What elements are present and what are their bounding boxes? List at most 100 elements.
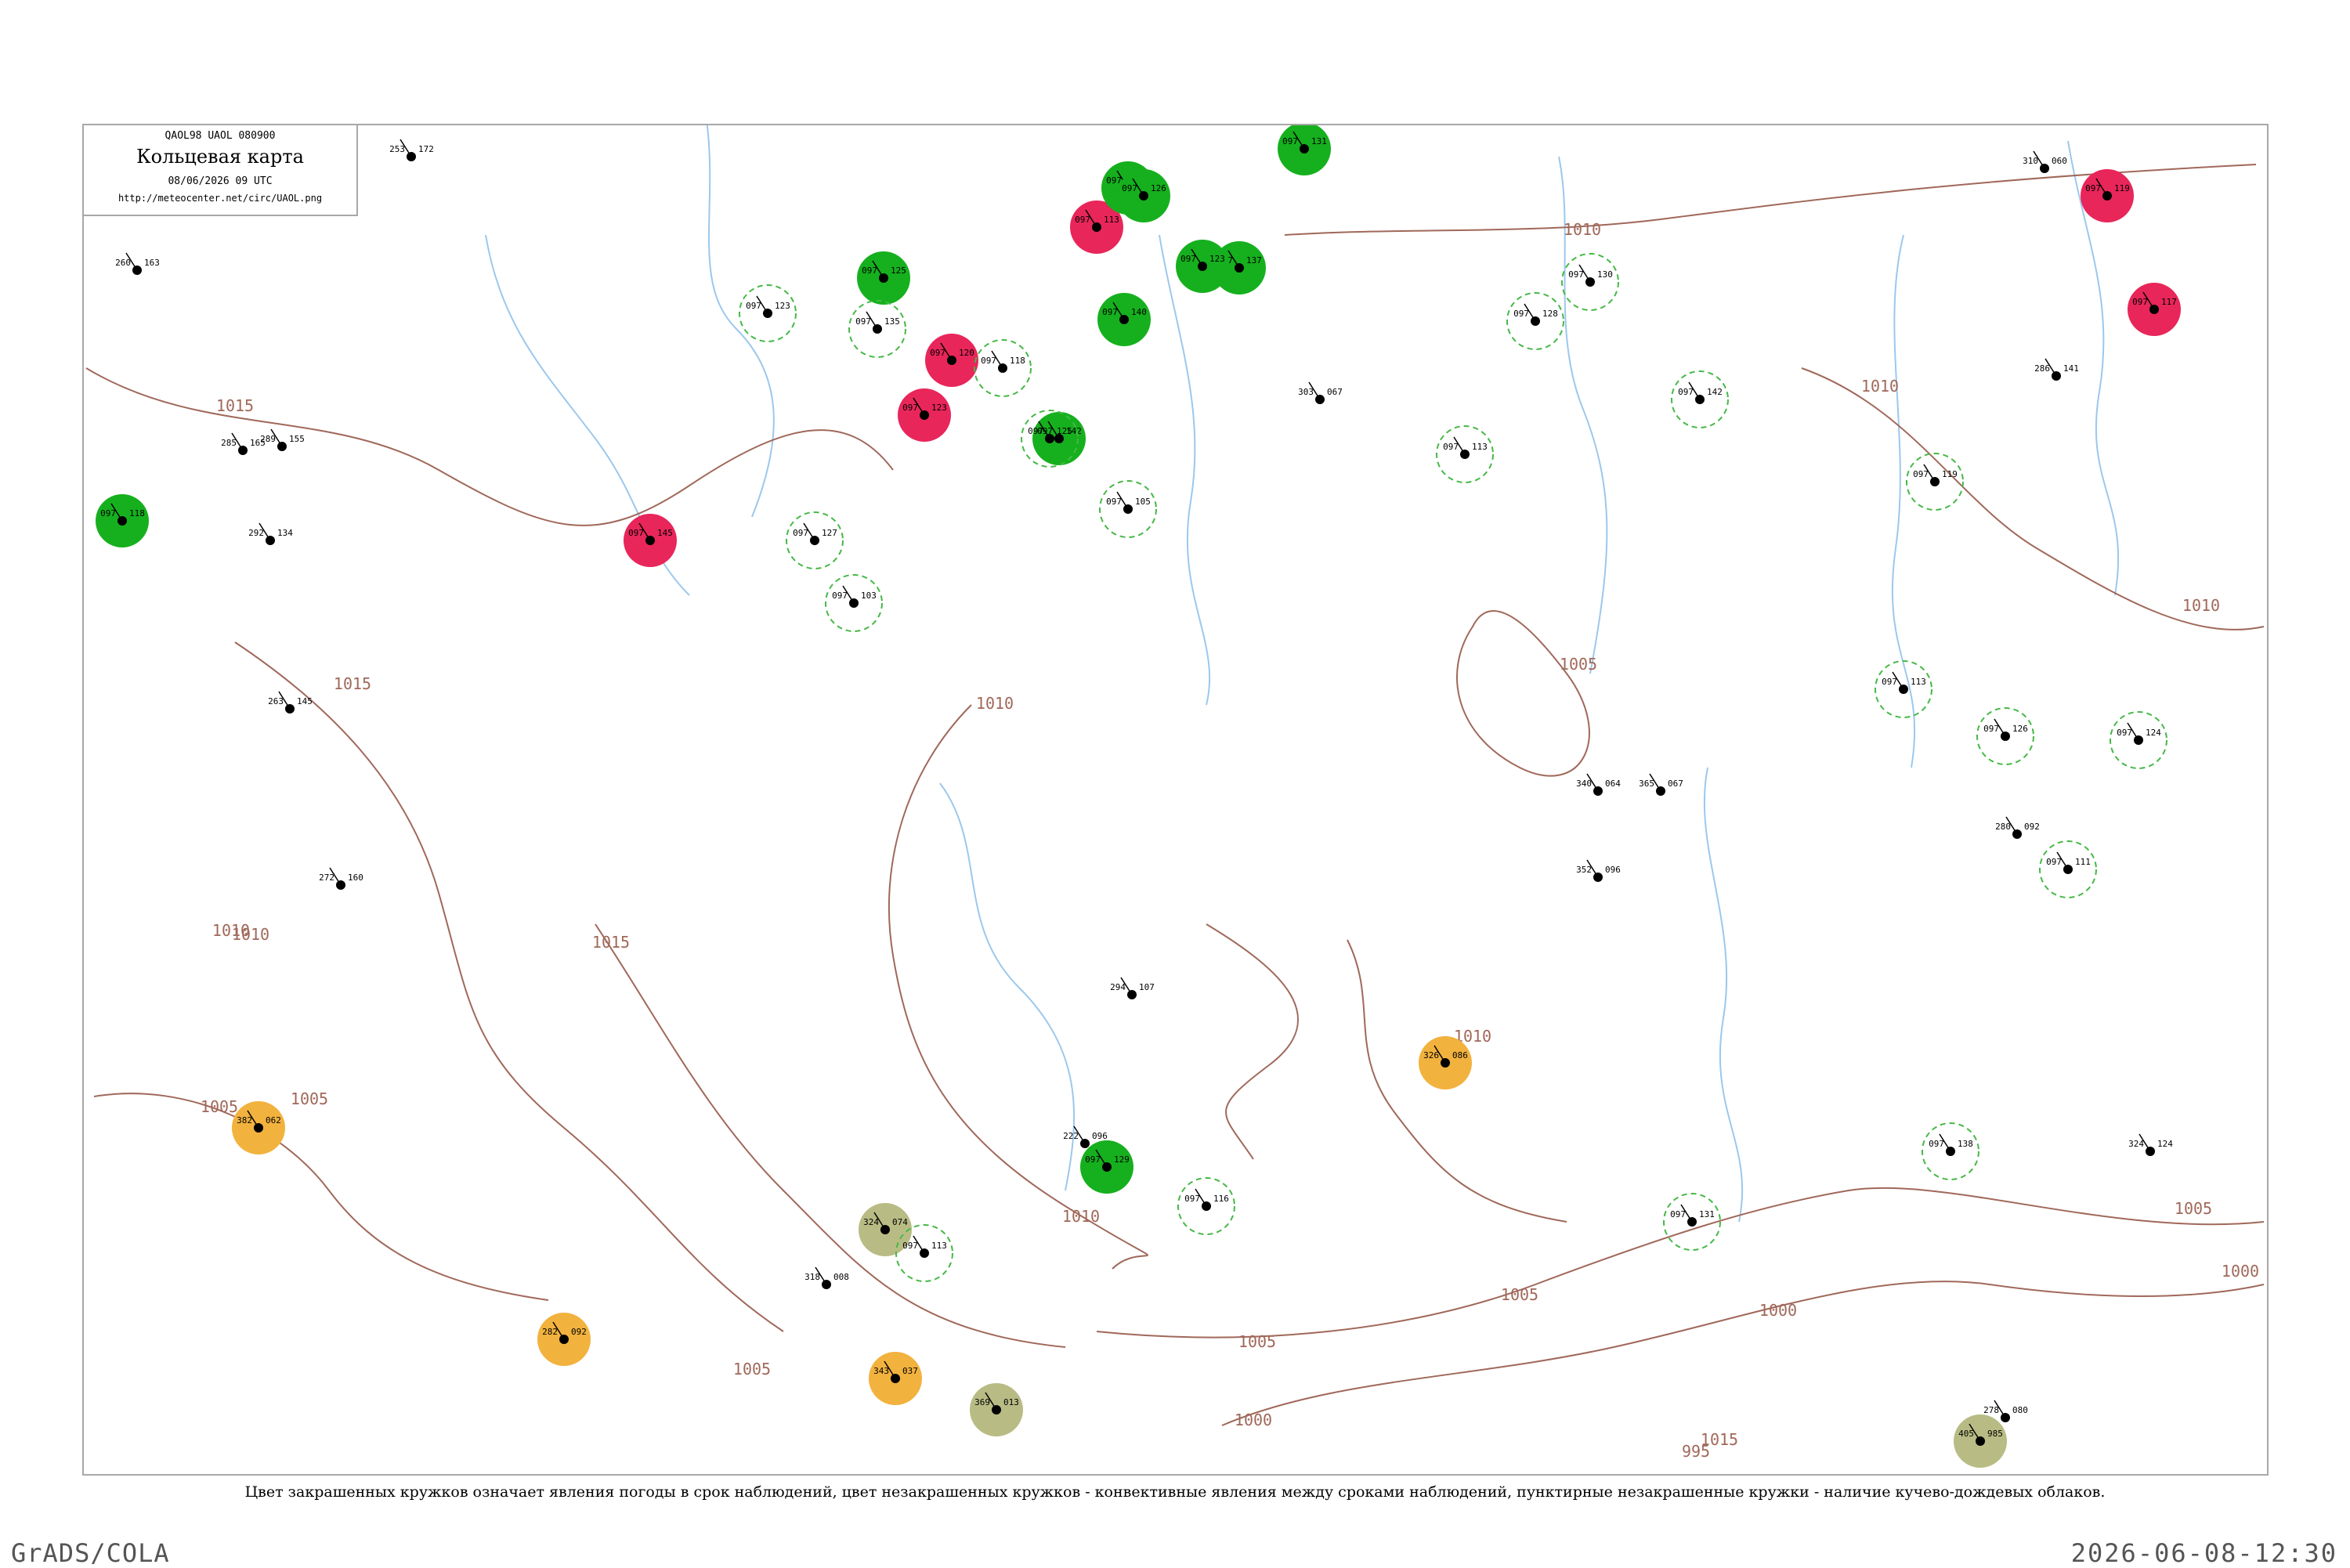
river (1703, 767, 1744, 1223)
station-rain[interactable]: 097 131 (1278, 122, 1331, 175)
station-dust[interactable]: 405 985 (1954, 1414, 2007, 1468)
station-pressure: 096 (1605, 865, 1621, 875)
station-temperature: 253 (389, 144, 405, 154)
station-ring[interactable]: 097 138 (1922, 1122, 1979, 1180)
station-haze[interactable]: 343 037 (869, 1352, 922, 1405)
station-ring[interactable]: 097 127 (786, 511, 844, 569)
station-plain[interactable]: 272 160 (319, 867, 363, 890)
station-ring[interactable]: 097 105 (1099, 480, 1157, 538)
station-temperature: 343 (873, 1366, 889, 1376)
station-ring[interactable]: 097 116 (1177, 1177, 1235, 1235)
isobar-label: 1010 (1062, 1207, 1100, 1226)
station-temperature: 369 (974, 1397, 990, 1407)
isobar-label: 1010 (976, 694, 1014, 713)
station-pressure: 155 (289, 434, 305, 444)
isobar-label: 1015 (216, 396, 254, 415)
station-plain[interactable]: 303 067 (1298, 381, 1343, 404)
station-temperature: 280 (1995, 822, 2011, 832)
station-plain[interactable]: 352 096 (1576, 859, 1621, 882)
station-plain[interactable]: 292 134 (248, 522, 293, 545)
station-thunder[interactable]: 097 120 (925, 334, 978, 387)
station-ring[interactable]: 097 131 (1663, 1193, 1721, 1251)
station-pressure: 134 (277, 528, 293, 538)
station-pressure: 172 (418, 144, 434, 154)
station-ring[interactable]: 097 111 (2039, 840, 2097, 898)
station-temperature: 365 (1639, 779, 1654, 789)
station-rain[interactable]: 097 125 (857, 251, 910, 305)
station-plain[interactable]: 286 141 (2034, 358, 2079, 381)
station-pressure: 013 (1003, 1397, 1019, 1407)
station-ring[interactable]: 097 119 (1906, 453, 1964, 511)
source-url[interactable]: http://meteocenter.net/circ/UAOL.png (84, 193, 356, 204)
station-pressure: 117 (2161, 297, 2177, 307)
station-thunder[interactable]: 097 119 (2081, 169, 2134, 222)
station-ring[interactable]: 097 118 (974, 339, 1032, 397)
station-temperature: 097 (1075, 215, 1090, 225)
station-plain[interactable]: 324 124 (2128, 1133, 2173, 1156)
station-pressure: 140 (1131, 307, 1147, 317)
station-dust[interactable]: 369 013 (970, 1383, 1023, 1436)
station-temperature: 324 (863, 1217, 879, 1227)
river (1159, 234, 1210, 706)
station-ring[interactable]: 097 135 (848, 300, 906, 358)
station-rain[interactable]: 097 140 (1097, 293, 1151, 346)
station-pressure: 160 (348, 873, 363, 883)
station-ring[interactable]: 097 126 (1976, 707, 2034, 765)
station-plain[interactable]: 285 165 (221, 432, 266, 455)
station-haze[interactable]: 326 086 (1419, 1036, 1472, 1089)
isobar-label: 1015 (592, 933, 630, 952)
isobar-label: 1000 (2222, 1262, 2259, 1281)
station-plain[interactable]: 318 008 (804, 1266, 849, 1289)
station-ring[interactable]: 097 103 (825, 574, 883, 632)
isobar-label: 1000 (1235, 1411, 1272, 1429)
station-pressure: 113 (931, 1241, 947, 1251)
station-ring[interactable]: 097 113 (1436, 425, 1494, 483)
station-thunder[interactable]: 097 123 (898, 388, 951, 442)
station-rain[interactable]: 097 126 (1117, 169, 1170, 222)
station-ring[interactable]: 097 142 (1671, 370, 1729, 428)
station-ring[interactable]: 097 113 (1875, 660, 1932, 718)
station-ring[interactable]: 097 123 (739, 284, 797, 342)
station-temperature: 097 (1513, 309, 1529, 319)
station-ring[interactable]: 097 128 (1506, 292, 1564, 350)
station-temperature: 097 (1028, 426, 1043, 436)
station-haze[interactable]: 282 092 (537, 1313, 591, 1366)
station-ring[interactable]: 097 124 (2110, 711, 2167, 769)
station-plain[interactable]: 253 172 (389, 139, 434, 161)
station-temperature: 097 (981, 356, 996, 366)
station-pressure: 113 (1104, 215, 1119, 225)
station-plain[interactable]: 340 064 (1576, 773, 1621, 796)
station-plain[interactable]: 294 107 (1110, 977, 1155, 999)
station-ring[interactable]: 097 130 (1561, 253, 1619, 311)
station-plain[interactable]: 289 155 (260, 428, 305, 451)
station-plain[interactable]: 365 067 (1639, 773, 1683, 796)
station-temperature: 222 (1063, 1131, 1079, 1141)
station-pressure: 131 (1699, 1209, 1715, 1219)
isobar-label: 1005 (1560, 655, 1597, 674)
station-thunder[interactable]: 097 117 (2128, 283, 2181, 336)
station-rain[interactable]: 097 129 (1080, 1140, 1133, 1194)
station-temperature: 097 (1929, 1139, 1944, 1149)
station-temperature: 097 (1106, 497, 1122, 507)
station-rain[interactable]: 097 118 (96, 494, 149, 547)
isobar-label: 1010 (1564, 220, 1601, 239)
surface-map: 1015101510101015101010151005 100510101005… (85, 122, 2265, 1468)
station-temperature: 292 (248, 528, 264, 538)
header-code: QAOL98 UAOL 080900 (164, 130, 276, 142)
station-pressure: 123 (931, 403, 947, 413)
station-temperature: 097 (855, 316, 871, 327)
station-plain[interactable]: 280 092 (1995, 816, 2040, 839)
river (939, 782, 1076, 1191)
station-rain[interactable]: 097 123 (1176, 240, 1229, 293)
station-temperature: 097 (1106, 175, 1122, 186)
station-temperature: 405 (1958, 1429, 1974, 1439)
station-plain[interactable]: 310 060 (2023, 150, 2067, 173)
station-pressure: 080 (2012, 1405, 2028, 1415)
station-haze[interactable]: 382 062 (232, 1101, 285, 1154)
isobar-label: 1010 (2182, 596, 2220, 615)
isobar (93, 1093, 549, 1301)
station-plain[interactable]: 260 163 (115, 252, 160, 275)
station-temperature: 097 (2046, 857, 2062, 867)
station-thunder[interactable]: 097 145 (624, 514, 677, 567)
station-temperature: 097 (1913, 469, 1929, 479)
